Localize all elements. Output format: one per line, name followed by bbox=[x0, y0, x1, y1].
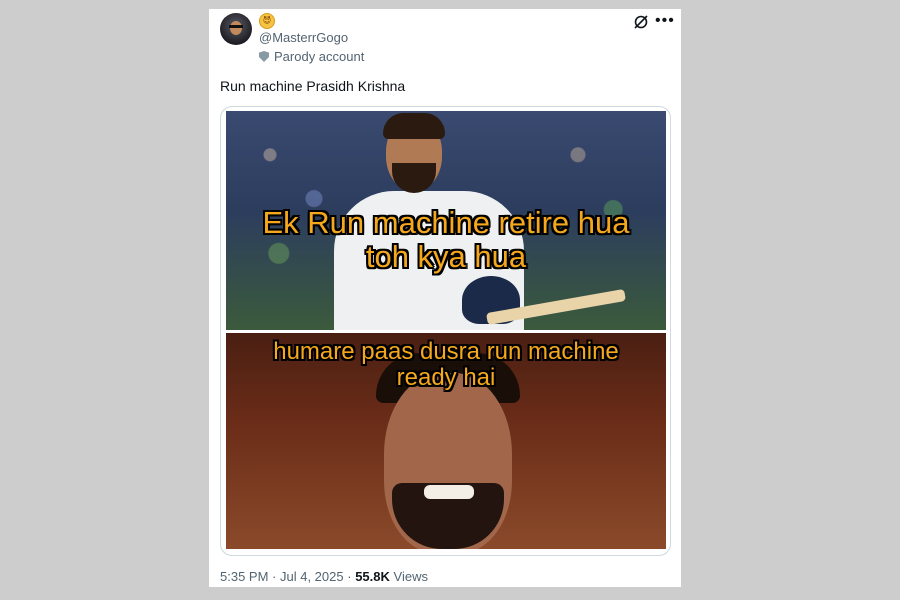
tweet-card: 😈 @MasterrGogo Parody account ••• Run ma… bbox=[209, 9, 681, 587]
meme-panel-bottom: humare paas dusra run machine ready hai bbox=[226, 333, 666, 549]
views-label: Views bbox=[393, 569, 428, 584]
avatar-face bbox=[230, 21, 242, 35]
grok-icon[interactable] bbox=[633, 14, 649, 30]
parody-shield-icon bbox=[259, 51, 269, 62]
meta-separator: · bbox=[347, 569, 356, 584]
more-options-icon[interactable]: ••• bbox=[655, 11, 675, 31]
meme-caption-bottom: humare paas dusra run machine ready hai bbox=[226, 338, 666, 392]
meme-bottom-line-2: ready hai bbox=[396, 364, 496, 392]
parody-label-row: Parody account bbox=[259, 49, 364, 64]
post-meta: 5:35 PM · Jul 4, 2025 · 55.8K Views bbox=[220, 569, 428, 584]
emoji-badge-glyph: 😈 bbox=[262, 16, 272, 25]
meta-separator: · bbox=[272, 569, 280, 584]
emoji-badge-icon: 😈 bbox=[259, 13, 275, 29]
avatar[interactable] bbox=[220, 13, 252, 45]
post-time[interactable]: 5:35 PM bbox=[220, 569, 268, 584]
meme-bottom-line-1: humare paas dusra run machine bbox=[273, 338, 619, 365]
avatar-shades bbox=[229, 25, 243, 28]
parody-account-label: Parody account bbox=[274, 49, 365, 64]
user-handle[interactable]: @MasterrGogo bbox=[259, 30, 348, 45]
player-hair bbox=[383, 113, 445, 139]
meme-caption-top: Ek Run machine retire hua toh kya hua bbox=[226, 205, 666, 275]
views-count[interactable]: 55.8K bbox=[355, 569, 390, 584]
meme-top-line-1: Ek Run machine retire hua bbox=[262, 205, 630, 240]
meme-image[interactable]: Ek Run machine retire hua toh kya hua hu… bbox=[220, 106, 671, 556]
player2-teeth bbox=[424, 485, 474, 499]
tweet-text: Run machine Prasidh Krishna bbox=[220, 78, 406, 94]
meme-panel-top: Ek Run machine retire hua toh kya hua bbox=[226, 111, 666, 330]
meme-top-line-2: toh kya hua bbox=[365, 239, 527, 275]
post-date[interactable]: Jul 4, 2025 bbox=[280, 569, 344, 584]
